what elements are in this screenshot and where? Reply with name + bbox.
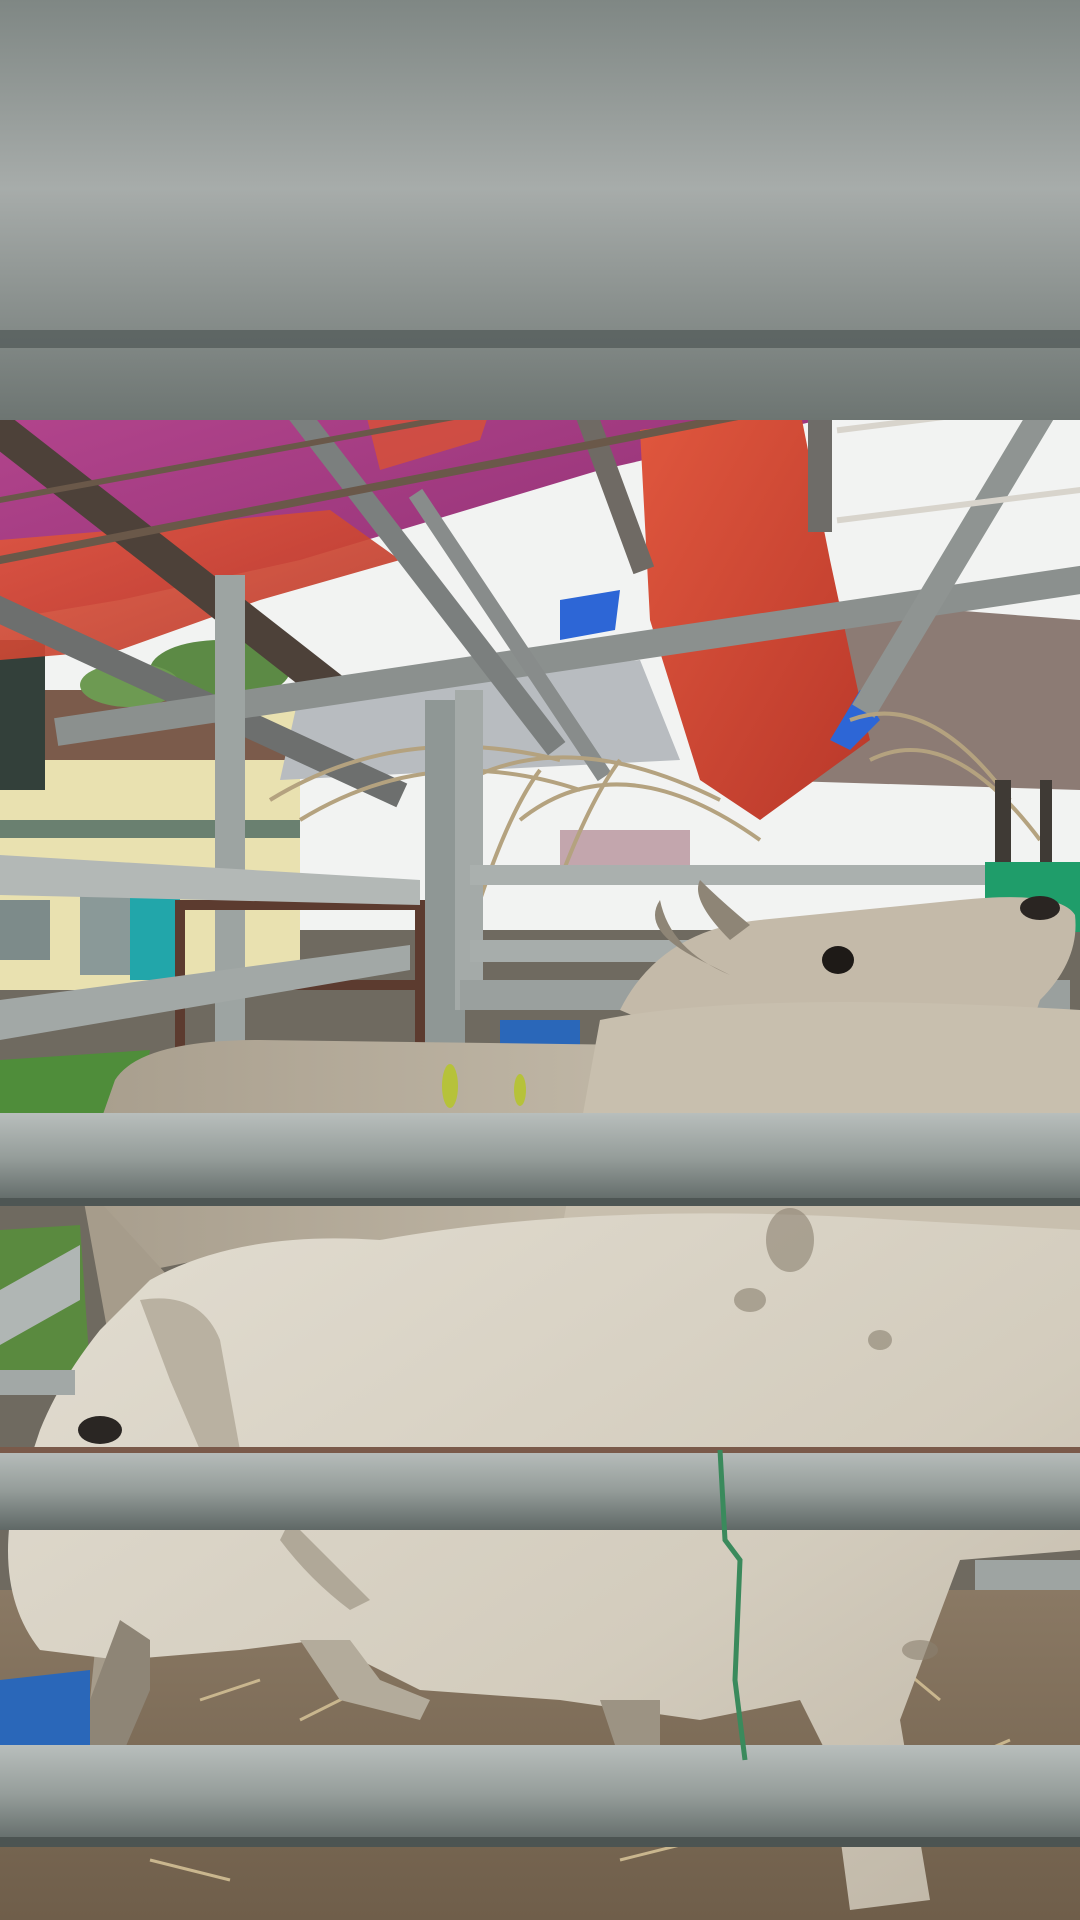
lower-rail [0, 1745, 1080, 1845]
upper-rail [0, 1113, 1080, 1203]
cattle-pen-photo [0, 0, 1080, 1920]
photo-canvas [0, 0, 1080, 1920]
top-rail [0, 0, 1080, 420]
middle-rail [0, 1450, 1080, 1530]
